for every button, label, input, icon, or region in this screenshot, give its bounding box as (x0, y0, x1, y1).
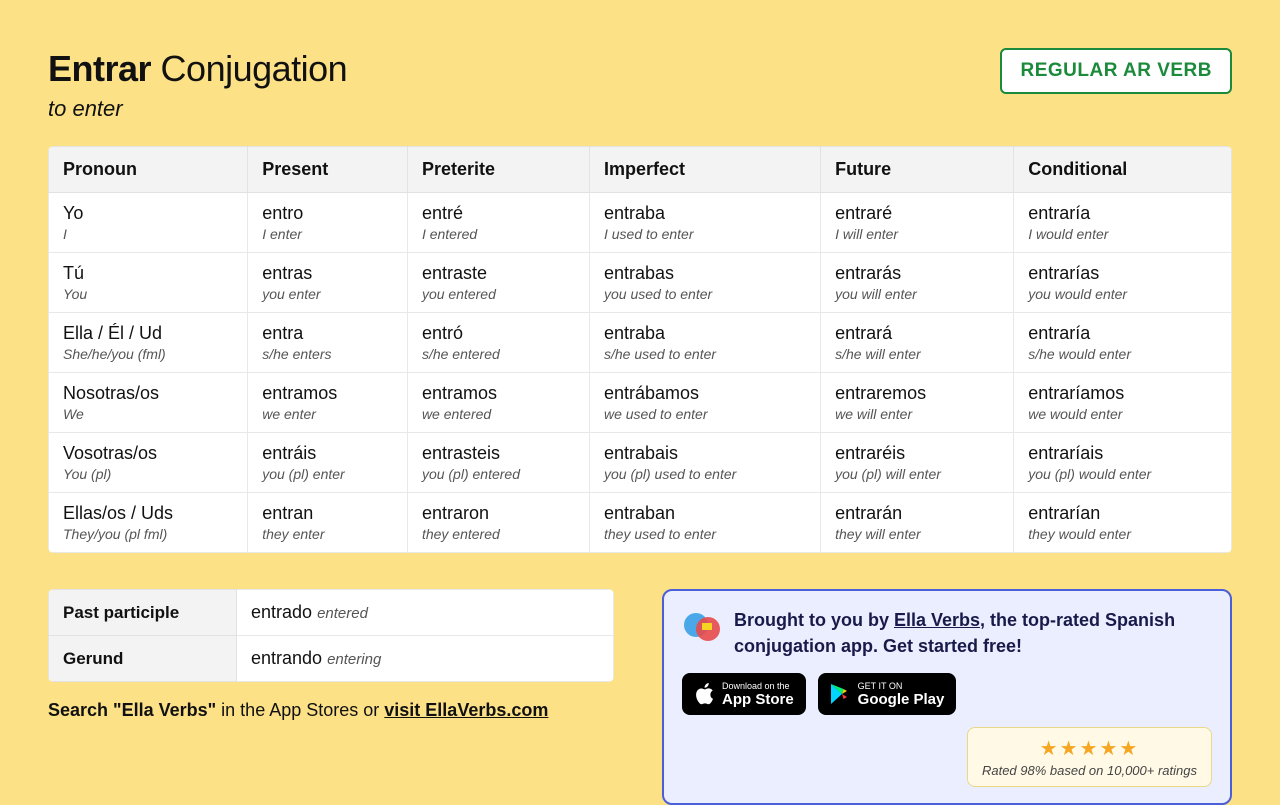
play-icon (830, 683, 850, 705)
conjugation-cell: entramoswe entered (407, 373, 589, 433)
conjugation-cell: entraránthey will enter (821, 493, 1014, 553)
gerund-label: Gerund (49, 636, 237, 682)
conjugation-cell: entraríaI would enter (1014, 193, 1232, 253)
past-participle-value: entrado entered (237, 590, 614, 636)
verb-name: Entrar (48, 48, 151, 89)
conjugation-cell: entrós/he entered (407, 313, 589, 373)
conjugation-cell: entramoswe enter (248, 373, 408, 433)
promo-text: Brought to you by Ella Verbs, the top-ra… (734, 607, 1212, 659)
conjugation-cell: entraríamoswe would enter (1014, 373, 1232, 433)
conjugation-cell: entraremoswe will enter (821, 373, 1014, 433)
column-header: Pronoun (49, 147, 248, 193)
conjugation-cell: entrarías/he would enter (1014, 313, 1232, 373)
gerund-value: entrando entering (237, 636, 614, 682)
conjugation-cell: entrabaisyou (pl) used to enter (589, 433, 820, 493)
conjugation-cell: entroI enter (248, 193, 408, 253)
table-row: Ellas/os / UdsThey/you (pl fml)entranthe… (49, 493, 1232, 553)
participle-table: Past participle entrado entered Gerund e… (48, 589, 614, 682)
star-icons: ★★★★★ (982, 736, 1197, 761)
conjugation-cell: entrabasyou used to enter (589, 253, 820, 313)
conjugation-table: PronounPresentPreteriteImperfectFutureCo… (48, 146, 1232, 553)
conjugation-cell: entrabaI used to enter (589, 193, 820, 253)
conjugation-cell: YoI (49, 193, 248, 253)
search-instructions: Search "Ella Verbs" in the App Stores or… (48, 700, 614, 721)
past-participle-label: Past participle (49, 590, 237, 636)
conjugation-cell: Vosotras/osYou (pl) (49, 433, 248, 493)
title-suffix: Conjugation (161, 48, 348, 89)
table-row: YoIentroI enterentréI enteredentrabaI us… (49, 193, 1232, 253)
conjugation-cell: entraríanthey would enter (1014, 493, 1232, 553)
conjugation-cell: entrasyou enter (248, 253, 408, 313)
column-header: Imperfect (589, 147, 820, 193)
conjugation-cell: entraríasyou would enter (1014, 253, 1232, 313)
conjugation-cell: entrabas/he used to enter (589, 313, 820, 373)
conjugation-cell: entras/he enters (248, 313, 408, 373)
conjugation-cell: entrarásyou will enter (821, 253, 1014, 313)
conjugation-cell: entrabanthey used to enter (589, 493, 820, 553)
conjugation-cell: entrasteyou entered (407, 253, 589, 313)
promo-card: Brought to you by Ella Verbs, the top-ra… (662, 589, 1232, 805)
conjugation-cell: entrábamoswe used to enter (589, 373, 820, 433)
apple-icon (694, 682, 714, 706)
rating-box: ★★★★★ Rated 98% based on 10,000+ ratings (967, 727, 1212, 787)
verb-type-badge: REGULAR AR VERB (1000, 48, 1232, 94)
column-header: Conditional (1014, 147, 1232, 193)
conjugation-cell: entrasteisyou (pl) entered (407, 433, 589, 493)
table-row: TúYouentrasyou enterentrasteyou enterede… (49, 253, 1232, 313)
conjugation-cell: entráisyou (pl) enter (248, 433, 408, 493)
visit-link[interactable]: visit EllaVerbs.com (384, 700, 548, 720)
conjugation-cell: entréI entered (407, 193, 589, 253)
ella-verbs-link[interactable]: Ella Verbs (894, 610, 980, 630)
conjugation-cell: entraréisyou (pl) will enter (821, 433, 1014, 493)
table-row: Nosotras/osWeentramoswe enterentramoswe … (49, 373, 1232, 433)
conjugation-cell: Nosotras/osWe (49, 373, 248, 433)
conjugation-cell: entrarás/he will enter (821, 313, 1014, 373)
page-title: Entrar Conjugation (48, 48, 347, 90)
app-store-button[interactable]: Download on the App Store (682, 673, 806, 715)
table-row: Ella / Él / UdShe/he/you (fml)entras/he … (49, 313, 1232, 373)
column-header: Future (821, 147, 1014, 193)
conjugation-cell: entranthey enter (248, 493, 408, 553)
conjugation-cell: TúYou (49, 253, 248, 313)
rating-text: Rated 98% based on 10,000+ ratings (982, 763, 1197, 778)
column-header: Preterite (407, 147, 589, 193)
conjugation-cell: Ellas/os / UdsThey/you (pl fml) (49, 493, 248, 553)
verb-translation: to enter (48, 96, 347, 122)
app-icon (682, 607, 722, 647)
conjugation-cell: entraronthey entered (407, 493, 589, 553)
conjugation-cell: entraréI will enter (821, 193, 1014, 253)
google-play-button[interactable]: GET IT ON Google Play (818, 673, 957, 715)
conjugation-cell: entraríaisyou (pl) would enter (1014, 433, 1232, 493)
table-row: Vosotras/osYou (pl)entráisyou (pl) enter… (49, 433, 1232, 493)
column-header: Present (248, 147, 408, 193)
conjugation-cell: Ella / Él / UdShe/he/you (fml) (49, 313, 248, 373)
